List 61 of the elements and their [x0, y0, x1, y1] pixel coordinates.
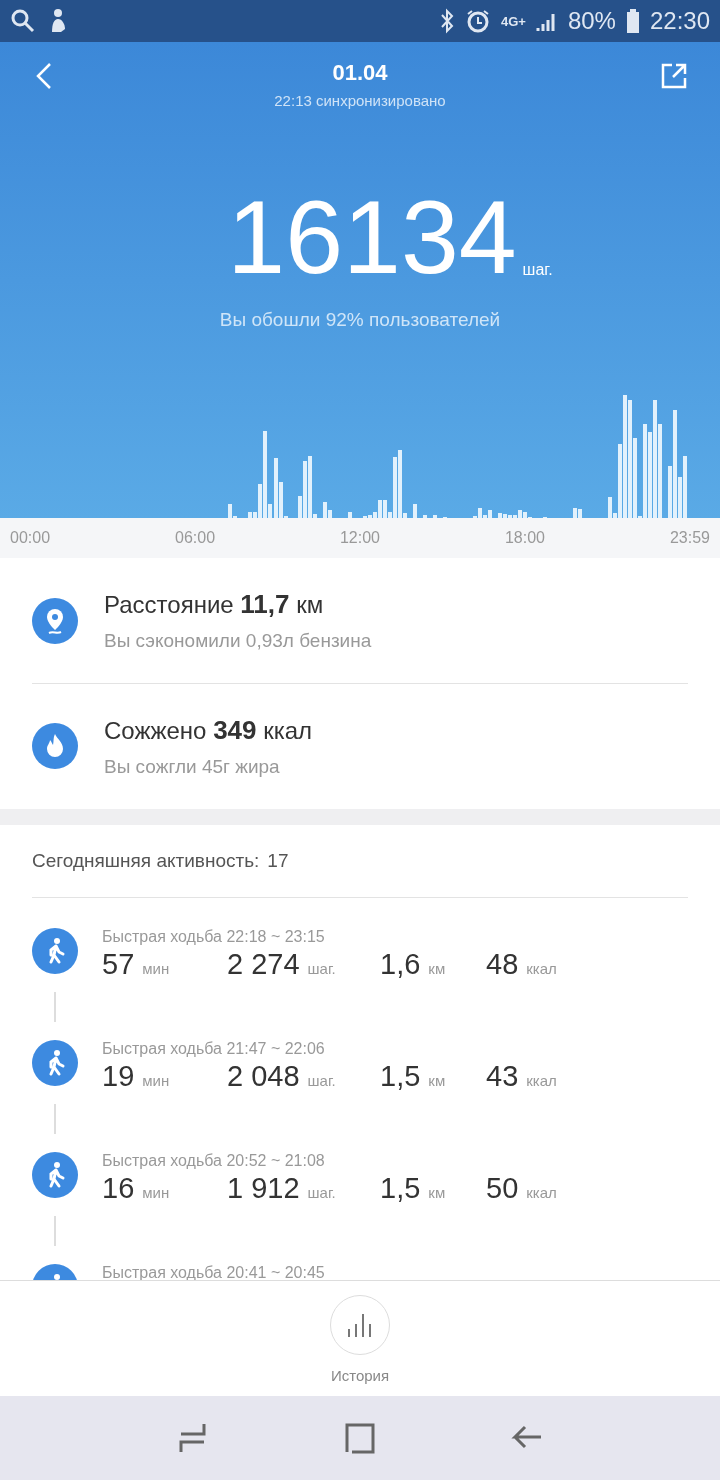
- metric-value: 1,6: [380, 948, 421, 981]
- bluetooth-icon: [438, 8, 455, 34]
- metric-unit: шаг.: [307, 1072, 336, 1089]
- time-axis-label: 18:00: [504, 529, 545, 547]
- bar-chart-icon: [346, 1312, 374, 1338]
- location-pin-icon: [32, 597, 78, 644]
- walking-person-icon: [32, 1152, 78, 1198]
- metric-value: 43: [486, 1060, 519, 1093]
- stat-headline: Расстояние 11,7 км: [104, 589, 325, 620]
- history-label: История: [330, 1367, 390, 1384]
- step-bar: [348, 512, 352, 518]
- time-axis-label: 06:00: [175, 529, 216, 547]
- metric-unit: км: [428, 1184, 446, 1201]
- metric-value: 1,5: [380, 1060, 421, 1093]
- network-type: 4G+: [500, 13, 526, 29]
- step-bar: [413, 504, 417, 518]
- metric-value: 57: [102, 948, 135, 981]
- step-bar: [423, 515, 427, 518]
- metric-unit: ккал: [526, 960, 557, 977]
- flame-icon: [32, 723, 78, 769]
- metric-value: 50: [486, 1172, 519, 1205]
- step-unit: шаг.: [522, 261, 553, 279]
- metric-unit: мин: [142, 960, 170, 977]
- step-count: 16134: [227, 185, 517, 289]
- metric-unit: ккал: [526, 1072, 557, 1089]
- activity-title: Быстрая ходьба 21:47 ~ 22:06: [102, 1040, 326, 1058]
- metric-value: 2 274: [227, 948, 300, 981]
- metric-unit: мин: [142, 1072, 170, 1089]
- metric-unit: шаг.: [307, 1184, 336, 1201]
- search-icon: [10, 8, 36, 34]
- date-title: 01.04: [332, 60, 388, 86]
- metric-value: 48: [486, 948, 519, 981]
- metric-unit: ккал: [526, 1184, 557, 1201]
- metric-unit: км: [428, 1072, 446, 1089]
- walking-person-icon: [32, 928, 78, 974]
- metric-value: 2 048: [227, 1060, 300, 1093]
- activity-title: Быстрая ходьба 22:18 ~ 23:15: [102, 928, 326, 946]
- stat-note: Вы сэкономили 0,93л бензина: [104, 630, 372, 652]
- step-bar: [433, 515, 437, 518]
- home-button[interactable]: [344, 1422, 376, 1454]
- clock: 22:30: [649, 7, 710, 35]
- activity-title: Быстрая ходьба 20:52 ~ 21:08: [102, 1152, 326, 1170]
- metric-value: 1,5: [380, 1172, 421, 1205]
- walking-person-icon: [32, 1040, 78, 1086]
- battery-icon: [625, 8, 640, 34]
- time-axis-label: 12:00: [339, 529, 380, 547]
- time-axis-label: 23:59: [669, 529, 710, 547]
- time-axis-label: 00:00: [10, 529, 51, 547]
- sync-status: 22:13 синхронизировано: [274, 92, 446, 109]
- metric-value: 19: [102, 1060, 135, 1093]
- stat-note: Вы сожгли 45г жира: [104, 755, 281, 778]
- activity-label: Сегодняшняя активность:: [32, 850, 260, 872]
- ranking-note: Вы обошли 92% пользователей: [219, 309, 501, 331]
- metric-value: 16: [102, 1172, 135, 1205]
- stat-headline: Сожжено 349 ккал: [104, 714, 313, 746]
- metric-value: 1 912: [227, 1172, 300, 1205]
- battery-percent: 80%: [567, 7, 616, 35]
- activity-count: 17: [267, 850, 289, 872]
- metric-unit: км: [428, 960, 446, 977]
- metric-unit: мин: [142, 1184, 170, 1201]
- metric-unit: шаг.: [307, 960, 336, 977]
